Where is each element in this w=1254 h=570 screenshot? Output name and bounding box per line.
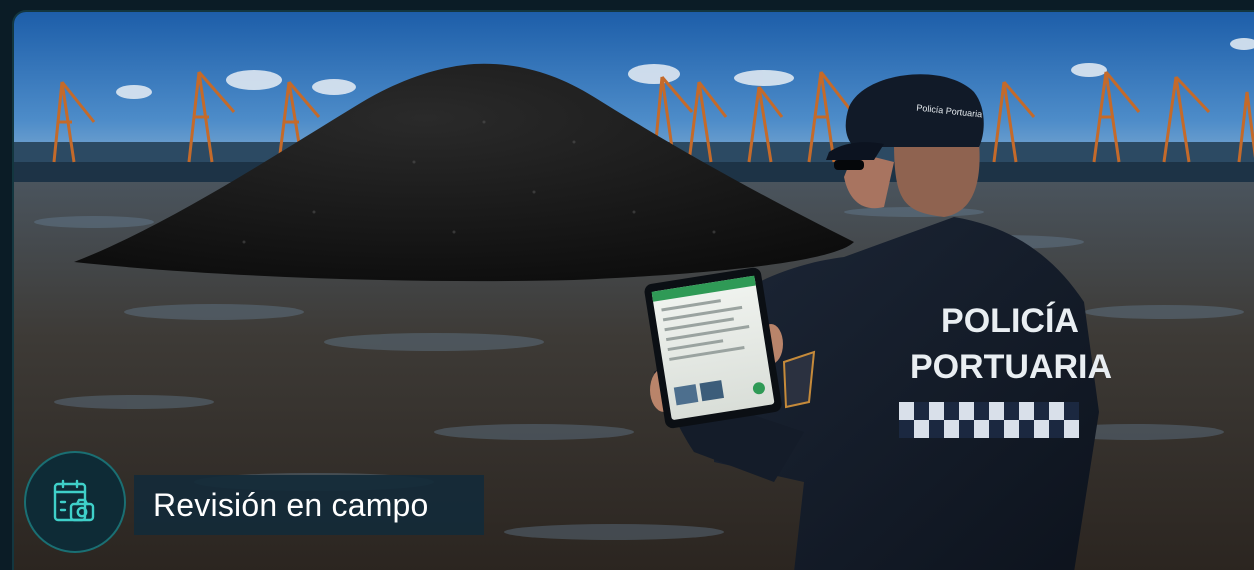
caption-text: Revisión en campo <box>153 486 429 523</box>
clipboard-camera-icon-badge <box>24 451 126 553</box>
tablet <box>644 267 782 429</box>
caption-label: Revisión en campo <box>134 475 484 535</box>
vest-line-2: PORTUARIA <box>910 348 1112 386</box>
vest-line-1: POLICÍA <box>941 302 1079 340</box>
clipboard-camera-icon <box>53 479 95 522</box>
card-frame: Policía Portuaria POLICÍA PORTUARIA Revi… <box>0 0 1254 570</box>
checkered-band <box>899 402 1079 438</box>
